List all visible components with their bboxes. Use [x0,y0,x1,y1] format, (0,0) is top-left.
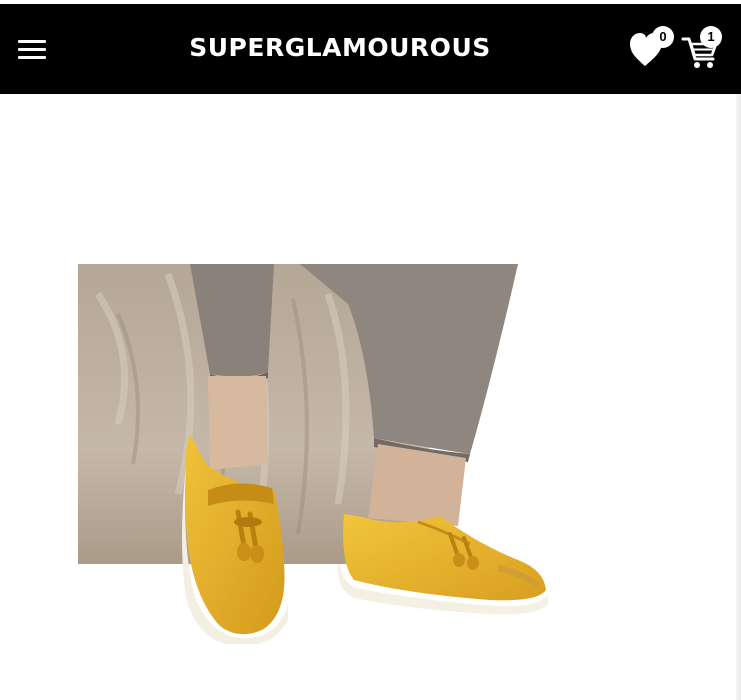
site-header: SUPERGLAMOUROUS 0 1 [0,4,741,94]
page: SUPERGLAMOUROUS 0 1 [0,0,741,700]
menu-button[interactable] [14,32,50,66]
product-image[interactable] [78,264,562,647]
product-photo-icon [78,264,562,647]
cart-button[interactable]: 1 [680,26,734,72]
site-logo[interactable]: SUPERGLAMOUROUS [150,31,530,65]
scrollbar-track[interactable] [736,94,741,700]
wishlist-count-badge: 0 [652,26,674,48]
menu-line-icon [18,56,46,59]
menu-line-icon [18,48,46,51]
cart-count-badge: 1 [700,26,722,48]
wishlist-button[interactable]: 0 [628,26,676,70]
menu-line-icon [18,40,46,43]
